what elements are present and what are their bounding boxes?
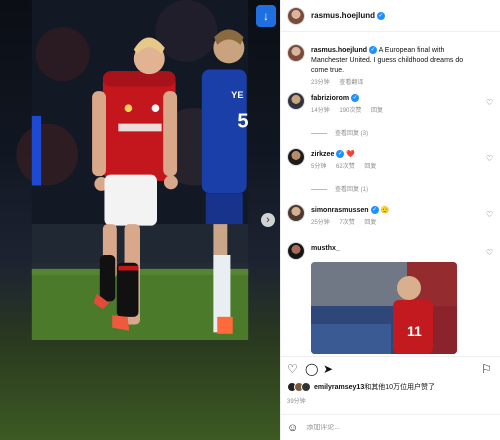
post-time: 39分钟 xyxy=(287,399,306,405)
comment-image-scene: 11 xyxy=(311,262,457,354)
caption-username[interactable]: rasmus.hoejlund xyxy=(311,47,367,54)
divider xyxy=(311,132,327,134)
likes-text[interactable]: emilyramsey13和其他10万位用户赞了 xyxy=(314,382,435,392)
verified-icon: ✓ xyxy=(377,11,386,20)
verified-icon: ✓ xyxy=(370,206,379,215)
view-replies-text[interactable]: 查看回复 (3) xyxy=(335,131,368,137)
author-avatar[interactable] xyxy=(287,6,305,25)
comment-likes[interactable]: 62次赞 xyxy=(336,164,355,170)
comment-body: zirkzee ✓ ❤️ 5分钟 62次赞 回复 xyxy=(311,150,481,172)
view-replies-text[interactable]: 查看回复 (1) xyxy=(335,187,368,193)
caption-avatar[interactable] xyxy=(287,44,305,62)
verified-icon: ✓ xyxy=(351,94,360,103)
comment-text: 🫡 xyxy=(380,207,390,214)
post-header: rasmus.hoejlund ✓ xyxy=(281,0,500,32)
view-replies[interactable]: 查看回复 (1) xyxy=(311,184,368,193)
translate-link[interactable]: 查看翻译 xyxy=(339,80,363,86)
add-comment-input[interactable] xyxy=(306,424,477,431)
author-username-text[interactable]: rasmus.hoejlund xyxy=(311,11,375,20)
comment-username[interactable]: fabriziorom xyxy=(311,95,349,102)
svg-text:YE: YE xyxy=(231,90,243,100)
like-heart-icon[interactable]: ♡ xyxy=(486,210,493,219)
comment-time: 14分钟 xyxy=(311,108,330,114)
likes-rest: 和其他10万位用户赞了 xyxy=(364,384,436,391)
like-heart-icon[interactable]: ♡ xyxy=(287,362,298,376)
comment-username[interactable]: zirkzee xyxy=(311,151,334,158)
emoji-icon[interactable]: ☺ xyxy=(287,422,298,434)
comment-avatar[interactable] xyxy=(287,148,305,166)
share-icon[interactable]: ➤ xyxy=(323,362,333,376)
reply-button[interactable]: 回复 xyxy=(364,220,376,226)
comment-body: simonrasmussen ✓ 🫡 25分钟 7次赞 回复 xyxy=(311,206,481,228)
like-heart-icon[interactable]: ♡ xyxy=(486,98,493,107)
likes-username[interactable]: emilyramsey13 xyxy=(314,384,364,391)
chevron-right-icon[interactable]: › xyxy=(261,213,275,227)
liker-avatar xyxy=(301,382,311,392)
comment-meta: 14分钟 190次赞 回复 xyxy=(311,106,481,116)
comment-avatar[interactable] xyxy=(287,204,305,222)
comment-meta: 5分钟 62次赞 回复 xyxy=(311,162,481,172)
action-bar: ♡ ◯ ➤ ⚐ xyxy=(281,356,500,382)
comment-likes[interactable]: 190次赞 xyxy=(339,108,361,114)
post-sidebar: rasmus.hoejlund ✓ rasmus.hoejlund ✓ A Euro… xyxy=(280,0,500,440)
reply-button[interactable]: 回复 xyxy=(364,164,376,170)
comment-body: musthx_ xyxy=(311,244,481,254)
svg-text:11: 11 xyxy=(407,323,422,339)
comment-time: 5分钟 xyxy=(311,164,327,170)
like-heart-icon[interactable]: ♡ xyxy=(486,248,493,257)
caption-meta: 23分钟 查看翻译 xyxy=(311,78,481,88)
comment-likes[interactable]: 7次赞 xyxy=(339,220,354,226)
likes-row: emilyramsey13和其他10万位用户赞了 xyxy=(287,382,500,392)
comment-image[interactable]: 11 xyxy=(311,262,457,354)
divider xyxy=(311,188,327,190)
comment-icon[interactable]: ◯ xyxy=(305,362,318,376)
view-replies[interactable]: 查看回复 (3) xyxy=(311,128,368,137)
download-icon[interactable]: ↓ xyxy=(256,5,276,27)
comment-text: ❤️ xyxy=(346,151,356,158)
reply-button[interactable]: 回复 xyxy=(371,108,383,114)
comment-username[interactable]: simonrasmussen xyxy=(311,207,369,214)
comment-time: 25分钟 xyxy=(311,220,330,226)
comment-body: fabriziorom ✓ 14分钟 190次赞 回复 xyxy=(311,94,481,116)
comment-username[interactable]: musthx_ xyxy=(311,245,340,252)
bookmark-icon[interactable]: ⚐ xyxy=(481,362,492,376)
comment-meta: 25分钟 7次赞 回复 xyxy=(311,218,481,228)
comment-composer: ☺ xyxy=(281,414,500,440)
post-photo[interactable]: YE 5 ↓ › xyxy=(0,0,280,440)
verified-icon: ✓ xyxy=(369,46,378,55)
caption-body: rasmus.hoejlund ✓ A European final with M… xyxy=(311,46,481,88)
comment-avatar[interactable] xyxy=(287,92,305,110)
verified-icon: ✓ xyxy=(336,150,345,159)
caption-time: 23分钟 xyxy=(311,80,330,86)
liker-avatars[interactable] xyxy=(287,382,311,392)
photo-scene: YE 5 xyxy=(16,0,249,340)
author-username[interactable]: rasmus.hoejlund ✓ xyxy=(311,11,386,20)
comment-avatar[interactable] xyxy=(287,242,305,260)
comment-list: rasmus.hoejlund ✓ A European final with M… xyxy=(281,36,500,356)
instagram-post: YE 5 ↓ › rasmus.hoejlund ✓ rasmus.hoejlu… xyxy=(0,0,500,440)
like-heart-icon[interactable]: ♡ xyxy=(486,154,493,163)
svg-text:5: 5 xyxy=(237,111,248,133)
